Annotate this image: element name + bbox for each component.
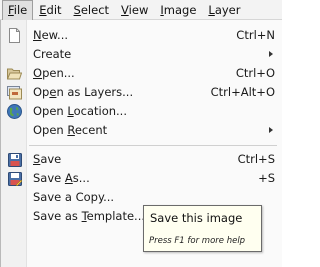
folder-open-icon (7, 66, 22, 81)
tooltip: Save this image Press F1 for more help (143, 205, 262, 252)
new-document-icon (7, 28, 22, 43)
menu-select-rest: elect (80, 2, 110, 17)
menu-separator (29, 145, 277, 146)
menu-item-open-as-layers-shortcut: Ctrl+Alt+O (210, 85, 275, 99)
globe-icon (7, 104, 22, 119)
menu-view-rest: iew (128, 2, 149, 17)
menubar: File Edit Select View Image Layer (0, 0, 282, 20)
menu-item-open-recent[interactable]: Open Recent (1, 121, 283, 140)
menu-item-save-as-label: Save As... (33, 171, 90, 185)
menu-item-save-as-template-label: Save as Template... (33, 209, 146, 223)
menu-item-save-shortcut: Ctrl+S (237, 152, 275, 166)
menu-item-open-location-label: Open Location... (33, 104, 127, 118)
tooltip-title: Save this image (150, 211, 243, 225)
submenu-arrow-icon (269, 51, 273, 57)
menu-item-save-copy-label: Save a Copy... (33, 190, 115, 204)
menu-item-save-label: Save (33, 152, 62, 166)
menu-edit[interactable]: Edit (33, 0, 67, 20)
menu-select-mnemonic: S (73, 2, 81, 17)
save-icon (7, 152, 22, 167)
menu-item-new-label: New... (33, 28, 69, 42)
menu-layer[interactable]: Layer (202, 0, 246, 20)
menu-item-open-recent-label: Open Recent (33, 123, 108, 137)
menu-item-open-label: Open... (33, 66, 75, 80)
menu-item-save[interactable]: Save Ctrl+S (1, 150, 283, 169)
menu-select[interactable]: Select (68, 0, 116, 20)
menu-image[interactable]: Image (154, 0, 202, 20)
menu-view[interactable]: View (115, 0, 154, 20)
menu-item-save-as[interactable]: Save As... +S (1, 169, 283, 188)
menu-item-open-location[interactable]: Open Location... (1, 102, 283, 121)
menu-item-save-as-shortcut: +S (258, 171, 275, 185)
menu-item-open-as-layers-label: Open as Layers... (33, 85, 134, 99)
menu-item-new-shortcut: Ctrl+N (236, 28, 275, 42)
menu-item-open-as-layers[interactable]: Open as Layers... Ctrl+Alt+O (1, 83, 283, 102)
menu-image-rest: mage (163, 2, 197, 17)
menu-edit-mnemonic: E (39, 2, 47, 17)
menu-layer-rest: ayer (214, 2, 241, 17)
save-as-icon (7, 171, 22, 186)
menu-file[interactable]: File (2, 0, 34, 20)
menu-item-open-shortcut: Ctrl+O (235, 66, 275, 80)
menu-item-new[interactable]: New... Ctrl+N (1, 26, 283, 45)
menu-item-create-label: Create (33, 47, 72, 61)
menu-view-mnemonic: V (121, 2, 129, 17)
menu-file-rest: ile (13, 2, 28, 17)
menu-edit-rest: dit (46, 2, 62, 17)
menu-item-create[interactable]: Create (1, 45, 283, 64)
submenu-arrow-icon (269, 127, 273, 133)
open-as-layers-icon (7, 85, 22, 100)
tooltip-help-hint: Press F1 for more help (149, 236, 246, 246)
menu-item-open[interactable]: Open... Ctrl+O (1, 64, 283, 83)
